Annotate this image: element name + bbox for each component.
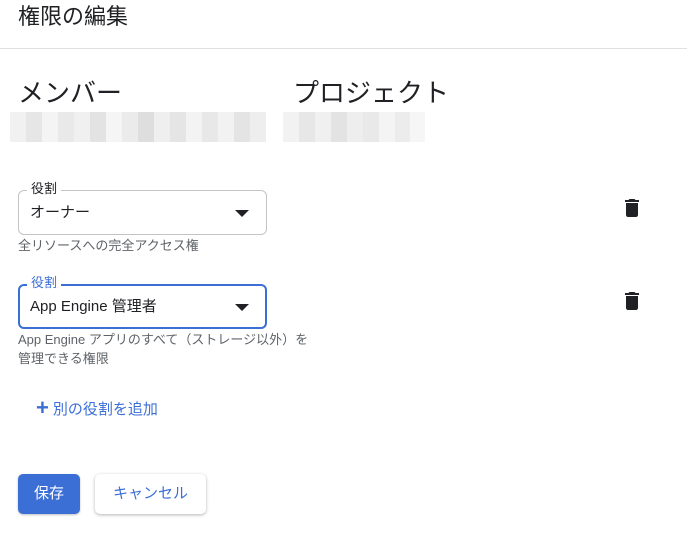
project-heading: プロジェクト: [293, 78, 450, 108]
redacted-project-value: [283, 112, 426, 142]
save-button[interactable]: 保存: [18, 474, 80, 514]
role-select-owner[interactable]: 役割 オーナー: [18, 181, 267, 235]
add-role-label: 別の役割を追加: [52, 400, 158, 418]
dropdown-arrow-icon: [235, 210, 249, 217]
member-heading: メンバー: [18, 78, 123, 108]
cancel-button[interactable]: キャンセル: [95, 474, 206, 514]
edit-permissions-panel: 権限の編集 メンバー プロジェクト 役割 オーナー 全リソースへの完全アクセス権…: [0, 0, 687, 551]
plus-icon: +: [36, 395, 49, 420]
redacted-member-value: [10, 112, 266, 142]
header-divider: [0, 48, 687, 49]
role-select-value: App Engine 管理者: [30, 298, 157, 315]
trash-icon[interactable]: [620, 289, 644, 313]
role-select-label: 役割: [27, 181, 62, 197]
trash-icon[interactable]: [620, 196, 644, 220]
role-select-value: オーナー: [30, 204, 91, 221]
add-role-button[interactable]: + 別の役割を追加: [36, 397, 158, 419]
role-select-label: 役割: [27, 275, 62, 291]
role-select-app-engine-admin[interactable]: 役割 App Engine 管理者: [18, 275, 267, 329]
dropdown-arrow-icon: [235, 304, 249, 311]
page-title: 権限の編集: [18, 4, 129, 29]
role-description: App Engine アプリのすべて（ストレージ以外）を管理できる権限: [18, 332, 309, 366]
role-description: 全リソースへの完全アクセス権: [18, 238, 199, 253]
